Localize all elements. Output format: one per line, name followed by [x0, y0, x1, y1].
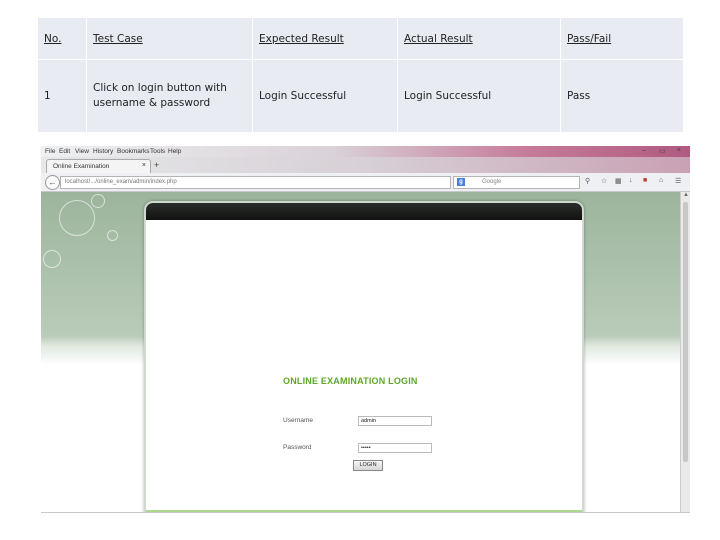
maximize-icon[interactable]: ▭ [659, 147, 666, 155]
download-icon[interactable]: ↓ [629, 177, 633, 184]
vertical-scrollbar[interactable]: ▲ [680, 192, 690, 512]
tab-bar: Online Examination × + [41, 157, 690, 174]
username-field[interactable]: admin [358, 416, 432, 426]
navigation-bar: ← localhost/.../online_exam/admin/index.… [41, 173, 690, 192]
menu-file[interactable]: File [45, 148, 55, 155]
tab-title: Online Examination [53, 163, 110, 170]
menu-history[interactable]: History [93, 148, 113, 155]
menu-view[interactable]: View [75, 148, 89, 155]
password-field[interactable]: ••••• [358, 443, 432, 453]
panel-footer-bar [146, 510, 582, 512]
login-heading: ONLINE EXAMINATION LOGIN [283, 376, 418, 386]
tab-online-examination[interactable]: Online Examination × [46, 159, 151, 174]
search-icon[interactable]: ⚲ [585, 177, 590, 185]
url-text: localhost/.../online_exam/admin/index.ph… [65, 179, 177, 185]
browser-screenshot: File Edit View History Bookmarks Tools H… [41, 146, 690, 513]
menu-hamburger-icon[interactable]: ☰ [675, 177, 681, 185]
back-arrow-icon[interactable]: ← [45, 175, 60, 190]
menu-bar: File Edit View History Bookmarks Tools H… [41, 146, 690, 157]
cell-expected-result: Login Successful [252, 59, 398, 133]
menu-tools[interactable]: Tools [150, 148, 165, 155]
cell-actual-result: Login Successful [397, 59, 561, 133]
cell-pass-fail: Pass [560, 59, 684, 133]
test-case-table: No. Test Case Expected Result Actual Res… [37, 17, 684, 133]
search-box[interactable]: g Google [453, 176, 580, 189]
addon-icon[interactable]: ■ [643, 177, 647, 184]
new-tab-icon[interactable]: + [154, 160, 159, 170]
url-bar[interactable]: localhost/.../online_exam/admin/index.ph… [60, 176, 451, 189]
search-engine-icon: g [457, 178, 465, 186]
search-placeholder: Google [482, 179, 502, 185]
header-expected-result: Expected Result [252, 17, 398, 60]
password-label: Password [283, 444, 312, 451]
header-test-case: Test Case [86, 17, 253, 60]
decorative-circle [43, 250, 61, 268]
cell-test-case: Click on login button with username & pa… [86, 59, 253, 133]
login-button[interactable]: LOGIN [353, 460, 383, 471]
header-no: No. [37, 17, 87, 60]
decorative-circle [107, 230, 118, 241]
header-actual-result: Actual Result [397, 17, 561, 60]
scroll-up-icon[interactable]: ▲ [683, 192, 689, 198]
bookmark-star-icon[interactable]: ☆ [601, 177, 607, 185]
header-pass-fail: Pass/Fail [560, 17, 684, 60]
username-label: Username [283, 417, 313, 424]
decorative-circle [59, 200, 95, 236]
menu-help[interactable]: Help [168, 148, 181, 155]
home-icon[interactable]: ⌂ [659, 177, 663, 184]
table-row: 1 Click on login button with username & … [37, 59, 684, 133]
clipboard-icon[interactable]: ▦ [615, 177, 622, 185]
table-header-row: No. Test Case Expected Result Actual Res… [37, 17, 684, 60]
tab-close-icon[interactable]: × [142, 162, 146, 169]
cell-no: 1 [37, 59, 87, 133]
login-panel: ONLINE EXAMINATION LOGIN Username admin … [144, 201, 584, 512]
scrollbar-thumb[interactable] [683, 202, 688, 462]
panel-header-bar [146, 203, 582, 220]
minimize-icon[interactable]: – [642, 147, 646, 154]
menu-bookmarks[interactable]: Bookmarks [117, 148, 150, 155]
close-window-icon[interactable]: × [677, 147, 681, 154]
menu-edit[interactable]: Edit [59, 148, 70, 155]
decorative-circle [91, 194, 105, 208]
